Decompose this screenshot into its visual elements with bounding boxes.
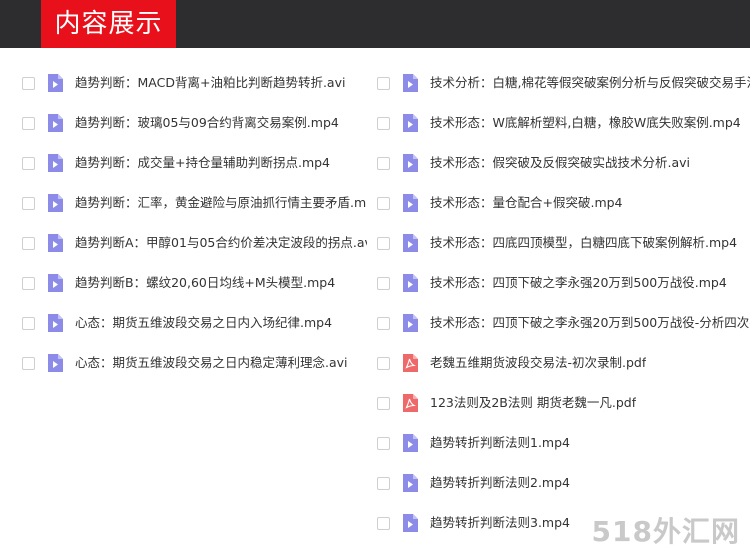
- file-name[interactable]: 趋势转折判断法则2.mp4: [430, 463, 570, 503]
- file-name[interactable]: 趋势判断：成交量+持仓量辅助判断拐点.mp4: [75, 143, 330, 183]
- file-checkbox[interactable]: [377, 277, 390, 290]
- file-row[interactable]: 趋势判断：汇率，黄金避险与原油抓行情主要矛盾.mp4: [22, 183, 367, 223]
- video-file-icon: [47, 74, 63, 92]
- file-name[interactable]: 趋势转折判断法则1.mp4: [430, 423, 570, 463]
- video-file-icon: [47, 274, 63, 292]
- file-name[interactable]: 心态：期货五维波段交易之日内入场纪律.mp4: [75, 303, 332, 343]
- video-file-icon: [402, 154, 418, 172]
- video-file-icon: [47, 154, 63, 172]
- file-row[interactable]: 技术形态：四顶下破之李永强20万到500万战役.mp4: [377, 263, 750, 303]
- file-name[interactable]: 技术形态：假突破及反假突破实战技术分析.avi: [430, 143, 690, 183]
- file-name[interactable]: 技术形态：四底四顶模型，白糖四底下破案例解析.mp4: [430, 223, 737, 263]
- file-name[interactable]: 趋势判断：玻璃05与09合约背离交易案例.mp4: [75, 103, 339, 143]
- page-title: 内容展示: [41, 0, 176, 48]
- file-name[interactable]: 123法则及2B法则 期货老魏一凡.pdf: [430, 383, 636, 423]
- file-checkbox[interactable]: [377, 317, 390, 330]
- file-name[interactable]: 趋势判断B：螺纹20,60日均线+M头模型.mp4: [75, 263, 335, 303]
- pdf-file-icon: [402, 394, 418, 412]
- video-file-icon: [47, 114, 63, 132]
- video-file-icon: [402, 274, 418, 292]
- file-row[interactable]: 技术形态：量仓配合+假突破.mp4: [377, 183, 750, 223]
- file-name[interactable]: 趋势判断：汇率，黄金避险与原油抓行情主要矛盾.mp4: [75, 183, 367, 223]
- file-row[interactable]: 心态：期货五维波段交易之日内稳定薄利理念.avi: [22, 343, 367, 383]
- file-row[interactable]: 趋势判断A：甲醇01与05合约价差决定波段的拐点.avi: [22, 223, 367, 263]
- file-list-left: 趋势判断：MACD背离+油粕比判断趋势转折.avi 趋势判断：玻璃05与09合约背…: [22, 63, 367, 383]
- file-row[interactable]: 趋势转折判断法则1.mp4: [377, 423, 750, 463]
- video-file-icon: [402, 234, 418, 252]
- file-checkbox[interactable]: [22, 277, 35, 290]
- file-row[interactable]: 趋势判断B：螺纹20,60日均线+M头模型.mp4: [22, 263, 367, 303]
- video-file-icon: [402, 314, 418, 332]
- file-row[interactable]: 技术形态：假突破及反假突破实战技术分析.avi: [377, 143, 750, 183]
- file-row[interactable]: 趋势判断：MACD背离+油粕比判断趋势转折.avi: [22, 63, 367, 103]
- file-name[interactable]: 技术形态：四顶下破之李永强20万到500万战役.mp4: [430, 263, 727, 303]
- video-file-icon: [402, 194, 418, 212]
- file-name[interactable]: 趋势判断：MACD背离+油粕比判断趋势转折.avi: [75, 63, 345, 103]
- video-file-icon: [47, 234, 63, 252]
- file-name[interactable]: 技术形态：量仓配合+假突破.mp4: [430, 183, 623, 223]
- file-checkbox[interactable]: [22, 197, 35, 210]
- video-file-icon: [402, 114, 418, 132]
- file-name[interactable]: 技术形态：四顶下破之李永强20万到500万战役-分析四次突破: [430, 303, 750, 343]
- file-row[interactable]: 技术形态：四顶下破之李永强20万到500万战役-分析四次突破: [377, 303, 750, 343]
- video-file-icon: [47, 354, 63, 372]
- video-file-icon: [47, 194, 63, 212]
- file-list-right: 技术分析：白糖,棉花等假突破案例分析与反假突破交易手法. 技术形态：W底解析塑料,…: [377, 63, 750, 543]
- file-checkbox[interactable]: [377, 517, 390, 530]
- file-checkbox[interactable]: [377, 117, 390, 130]
- video-file-icon: [402, 514, 418, 532]
- file-checkbox[interactable]: [22, 237, 35, 250]
- file-checkbox[interactable]: [22, 357, 35, 370]
- video-file-icon: [402, 74, 418, 92]
- file-name[interactable]: 趋势判断A：甲醇01与05合约价差决定波段的拐点.avi: [75, 223, 367, 263]
- file-row[interactable]: 老魏五维期货波段交易法-初次录制.pdf: [377, 343, 750, 383]
- file-checkbox[interactable]: [22, 117, 35, 130]
- file-row[interactable]: 趋势转折判断法则2.mp4: [377, 463, 750, 503]
- file-name[interactable]: 心态：期货五维波段交易之日内稳定薄利理念.avi: [75, 343, 348, 383]
- file-row[interactable]: 技术形态：W底解析塑料,白糖，橡胶W底失败案例.mp4: [377, 103, 750, 143]
- file-name[interactable]: 技术分析：白糖,棉花等假突破案例分析与反假突破交易手法.: [430, 63, 750, 103]
- header-bar: 内容展示: [0, 0, 750, 48]
- pdf-file-icon: [402, 354, 418, 372]
- file-checkbox[interactable]: [377, 437, 390, 450]
- file-checkbox[interactable]: [22, 77, 35, 90]
- file-checkbox[interactable]: [377, 157, 390, 170]
- file-checkbox[interactable]: [377, 237, 390, 250]
- file-row[interactable]: 心态：期货五维波段交易之日内入场纪律.mp4: [22, 303, 367, 343]
- file-checkbox[interactable]: [377, 77, 390, 90]
- video-file-icon: [402, 474, 418, 492]
- file-row[interactable]: 技术形态：四底四顶模型，白糖四底下破案例解析.mp4: [377, 223, 750, 263]
- file-row[interactable]: 趋势判断：玻璃05与09合约背离交易案例.mp4: [22, 103, 367, 143]
- file-checkbox[interactable]: [377, 197, 390, 210]
- file-checkbox[interactable]: [377, 477, 390, 490]
- watermark: 518外汇网: [591, 515, 740, 548]
- file-row[interactable]: 技术分析：白糖,棉花等假突破案例分析与反假突破交易手法.: [377, 63, 750, 103]
- video-file-icon: [402, 434, 418, 452]
- video-file-icon: [47, 314, 63, 332]
- file-checkbox[interactable]: [22, 317, 35, 330]
- file-row[interactable]: 123法则及2B法则 期货老魏一凡.pdf: [377, 383, 750, 423]
- file-name[interactable]: 趋势转折判断法则3.mp4: [430, 503, 570, 543]
- file-row[interactable]: 趋势判断：成交量+持仓量辅助判断拐点.mp4: [22, 143, 367, 183]
- file-checkbox[interactable]: [377, 357, 390, 370]
- file-name[interactable]: 技术形态：W底解析塑料,白糖，橡胶W底失败案例.mp4: [430, 103, 741, 143]
- file-name[interactable]: 老魏五维期货波段交易法-初次录制.pdf: [430, 343, 646, 383]
- file-checkbox[interactable]: [22, 157, 35, 170]
- file-checkbox[interactable]: [377, 397, 390, 410]
